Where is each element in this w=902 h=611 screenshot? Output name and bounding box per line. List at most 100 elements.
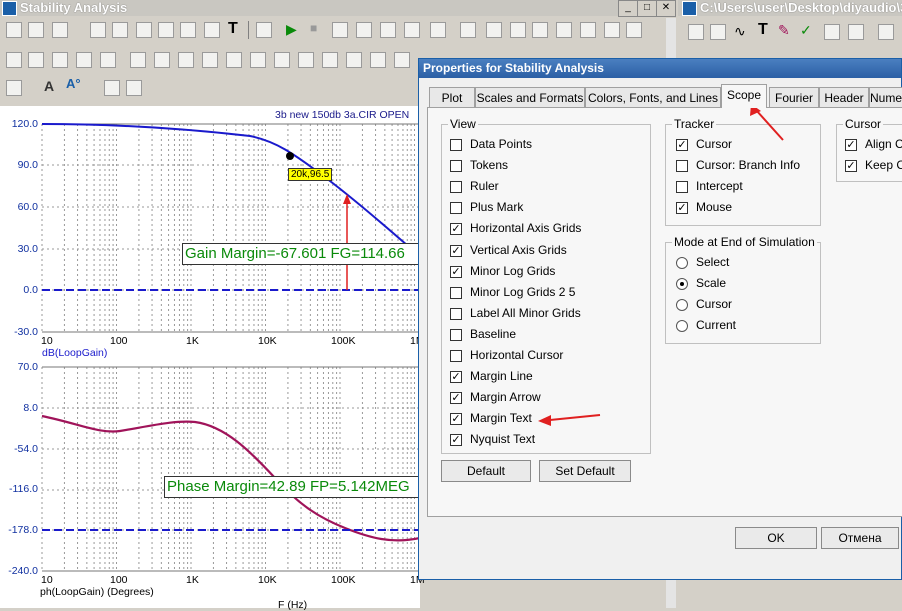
view-option-checkbox[interactable]: ✓: [450, 223, 462, 236]
tab-header[interactable]: Header: [819, 87, 869, 107]
cursor-mode-1-icon[interactable]: [130, 52, 146, 68]
cursor-mode-4-icon[interactable]: [202, 52, 218, 68]
view-option-checkbox[interactable]: [450, 328, 462, 341]
cursor-mode-3-icon[interactable]: [178, 52, 194, 68]
view-option-checkbox[interactable]: ✓: [450, 265, 462, 278]
mode-radio[interactable]: [676, 320, 688, 332]
bottom-icon[interactable]: [604, 22, 620, 38]
tab-numeric[interactable]: Numeric: [869, 87, 902, 107]
tracker-option-checkbox[interactable]: ✓: [676, 139, 688, 151]
view-option-checkbox[interactable]: ✓: [450, 244, 462, 257]
select-tool-icon[interactable]: [6, 22, 22, 38]
second-window-title-bar: C:\Users\user\Desktop\diyaudio\3b: [678, 0, 902, 16]
top-plot-grid: [41, 124, 420, 332]
tab-scales-and-formats[interactable]: Scales and Formats: [475, 87, 585, 107]
pan-tool-icon[interactable]: [710, 24, 726, 40]
cursor-option-checkbox[interactable]: ✓: [845, 139, 857, 151]
text-tool-icon[interactable]: T: [228, 20, 238, 38]
text-tool-icon[interactable]: T: [758, 21, 768, 39]
font-color-icon[interactable]: A°: [66, 76, 81, 91]
properties-icon[interactable]: [52, 22, 68, 38]
grid-icon[interactable]: [6, 80, 22, 96]
view-option-checkbox[interactable]: [450, 139, 462, 151]
cursor-mode-6-icon[interactable]: [250, 52, 266, 68]
zoom-icon[interactable]: [112, 22, 128, 38]
default-button[interactable]: Default: [441, 460, 531, 482]
maximize-button[interactable]: □: [637, 0, 657, 17]
zoom-out-icon[interactable]: [158, 22, 174, 38]
bus-icon[interactable]: [848, 24, 864, 40]
valley-icon[interactable]: [430, 22, 446, 38]
zoom-fit-icon[interactable]: [6, 52, 22, 68]
view-option-checkbox[interactable]: [450, 181, 462, 194]
tag-icon[interactable]: [626, 22, 642, 38]
zoom-in-2-icon[interactable]: [52, 52, 68, 68]
inflection-icon[interactable]: [510, 22, 526, 38]
minimize-button[interactable]: _: [618, 0, 638, 17]
view-option-checkbox[interactable]: [450, 286, 462, 299]
scale-icon[interactable]: [90, 22, 106, 38]
cursor-option-checkbox[interactable]: ✓: [845, 160, 857, 172]
view-option-checkbox[interactable]: ✓: [450, 392, 462, 405]
paste-icon[interactable]: [126, 80, 142, 96]
tab-scope[interactable]: Scope: [721, 84, 767, 108]
top-icon[interactable]: [580, 22, 596, 38]
view-option-checkbox[interactable]: ✓: [450, 371, 462, 384]
edit-icon[interactable]: [204, 22, 220, 38]
view-option-label: Baseline: [470, 326, 517, 341]
report-icon[interactable]: [256, 22, 272, 38]
graph-icon[interactable]: [180, 22, 196, 38]
tab-colors-fonts-lines[interactable]: Colors, Fonts, and Lines: [585, 87, 721, 107]
mode-radio[interactable]: [676, 299, 688, 311]
copy-icon[interactable]: [104, 80, 120, 96]
stop-icon[interactable]: ■: [310, 21, 317, 35]
low-icon[interactable]: [486, 22, 502, 38]
view-option-checkbox[interactable]: [450, 160, 462, 173]
mode-radio[interactable]: [676, 257, 688, 269]
view-option-checkbox[interactable]: ✓: [450, 434, 462, 447]
table-icon[interactable]: [100, 52, 116, 68]
tracker-option-checkbox[interactable]: ✓: [676, 202, 688, 214]
view-option-checkbox[interactable]: ✓: [450, 413, 462, 426]
close-button[interactable]: ✕: [656, 0, 676, 17]
clipboard-icon[interactable]: [394, 52, 410, 68]
cursor-mode-5-icon[interactable]: [226, 52, 242, 68]
run-icon[interactable]: ▶: [286, 21, 297, 38]
set-default-button[interactable]: Set Default: [539, 460, 631, 482]
cancel-button[interactable]: Отмена: [821, 527, 899, 549]
ok-button[interactable]: OK: [735, 527, 817, 549]
cursor-mode-10-icon[interactable]: [346, 52, 362, 68]
tab-plot[interactable]: Plot: [429, 87, 475, 107]
tracker-option-checkbox[interactable]: [676, 181, 688, 193]
check-icon[interactable]: ✓: [800, 22, 812, 39]
view-option-checkbox[interactable]: [450, 350, 462, 362]
view-option-checkbox[interactable]: [450, 202, 462, 215]
y-tick-label: -30.0: [14, 326, 38, 338]
wire-icon[interactable]: ∿: [734, 23, 746, 40]
pan-tool-icon[interactable]: [28, 22, 44, 38]
pen-icon[interactable]: ✎: [778, 22, 790, 39]
view-option-checkbox[interactable]: [450, 307, 462, 320]
peak-icon[interactable]: [404, 22, 420, 38]
zoom-in-icon[interactable]: [136, 22, 152, 38]
cursor-mode-9-icon[interactable]: [322, 52, 338, 68]
window-icon[interactable]: [878, 24, 894, 40]
global-high-icon[interactable]: [532, 22, 548, 38]
cursor-mode-2-icon[interactable]: [154, 52, 170, 68]
zoom-out-2-icon[interactable]: [76, 52, 92, 68]
mode-radio[interactable]: [676, 278, 688, 290]
tracker-option-checkbox[interactable]: [676, 160, 688, 172]
cursor-mode-8-icon[interactable]: [298, 52, 314, 68]
tab-fourier[interactable]: Fourier: [769, 87, 819, 107]
component-icon[interactable]: [824, 24, 840, 40]
step-icon[interactable]: [332, 22, 348, 38]
select-tool-icon[interactable]: [688, 24, 704, 40]
zoom-window-icon[interactable]: [28, 52, 44, 68]
cursor-left-icon[interactable]: [356, 22, 372, 38]
global-low-icon[interactable]: [556, 22, 572, 38]
cursor-right-icon[interactable]: [380, 22, 396, 38]
cursor-mode-11-icon[interactable]: [370, 52, 386, 68]
cursor-mode-7-icon[interactable]: [274, 52, 290, 68]
high-icon[interactable]: [460, 22, 476, 38]
font-icon[interactable]: A: [44, 78, 54, 94]
